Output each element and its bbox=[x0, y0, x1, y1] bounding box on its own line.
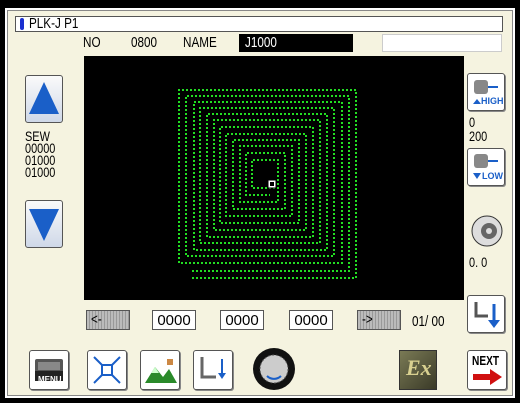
image-button[interactable] bbox=[140, 350, 180, 390]
speed-low-button[interactable]: LOW bbox=[467, 148, 505, 186]
low-label: LOW bbox=[482, 171, 503, 181]
ex-button[interactable]: Ex bbox=[399, 350, 437, 390]
prev-label: <- bbox=[91, 311, 102, 328]
title-bar: PLK-J P1 bbox=[15, 16, 503, 32]
prev-button[interactable]: <- bbox=[86, 310, 130, 330]
field-2[interactable]: 0000 bbox=[220, 310, 264, 330]
thread-tension-button[interactable] bbox=[469, 210, 505, 252]
field-3[interactable]: 0000 bbox=[289, 310, 333, 330]
menu-label: MENU bbox=[38, 375, 62, 384]
sew-counter: SEW 00000 01000 01000 bbox=[25, 129, 56, 180]
next-button[interactable]: NEXT bbox=[467, 350, 507, 390]
thread-tension-icon bbox=[471, 215, 503, 247]
main-panel: PLK-J P1 NO 0800 NAME J1000 SEW 00000 01… bbox=[5, 8, 515, 398]
next-icon bbox=[473, 369, 502, 385]
page-indicator: 01/ 00 bbox=[412, 313, 445, 330]
scroll-down-button[interactable] bbox=[25, 200, 63, 248]
sew-value-3: 01000 bbox=[25, 164, 56, 180]
blank-field bbox=[382, 34, 502, 52]
no-value: 0800 bbox=[131, 34, 158, 51]
origin-button[interactable] bbox=[193, 350, 233, 390]
zoom-button[interactable] bbox=[87, 350, 127, 390]
speed-high-button[interactable]: HIGH bbox=[467, 73, 505, 111]
image-icon bbox=[145, 359, 177, 383]
pattern-canvas[interactable] bbox=[84, 56, 464, 300]
down-arrow-icon bbox=[29, 209, 59, 241]
ex-icon: Ex bbox=[406, 355, 432, 380]
next-arrow-label: -> bbox=[362, 311, 373, 328]
wheel-icon bbox=[253, 348, 295, 390]
tension-value: 0. 0 bbox=[469, 254, 488, 270]
name-label: NAME bbox=[183, 34, 217, 51]
screen-frame: PLK-J P1 NO 0800 NAME J1000 SEW 00000 01… bbox=[0, 0, 520, 403]
no-label: NO bbox=[83, 34, 101, 51]
next-page-button[interactable]: -> bbox=[357, 310, 401, 330]
field-1[interactable]: 0000 bbox=[152, 310, 196, 330]
stitch-pattern bbox=[178, 89, 357, 279]
pattern-title: PLK-J P1 bbox=[29, 15, 79, 32]
up-arrow-icon bbox=[29, 82, 59, 114]
speed-bottom-value: 200 bbox=[469, 128, 488, 144]
high-label: HIGH bbox=[481, 96, 504, 106]
name-field[interactable]: J1000 bbox=[239, 34, 353, 52]
title-marker bbox=[20, 18, 24, 30]
wheel-button[interactable] bbox=[251, 346, 297, 392]
zoom-icon bbox=[93, 356, 121, 384]
page-return-button[interactable] bbox=[467, 295, 505, 333]
origin-icon bbox=[200, 357, 226, 379]
name-value: J1000 bbox=[245, 34, 277, 51]
page-return-icon bbox=[474, 302, 500, 328]
scroll-up-button[interactable] bbox=[25, 75, 63, 123]
menu-button[interactable]: MENU bbox=[29, 350, 69, 390]
